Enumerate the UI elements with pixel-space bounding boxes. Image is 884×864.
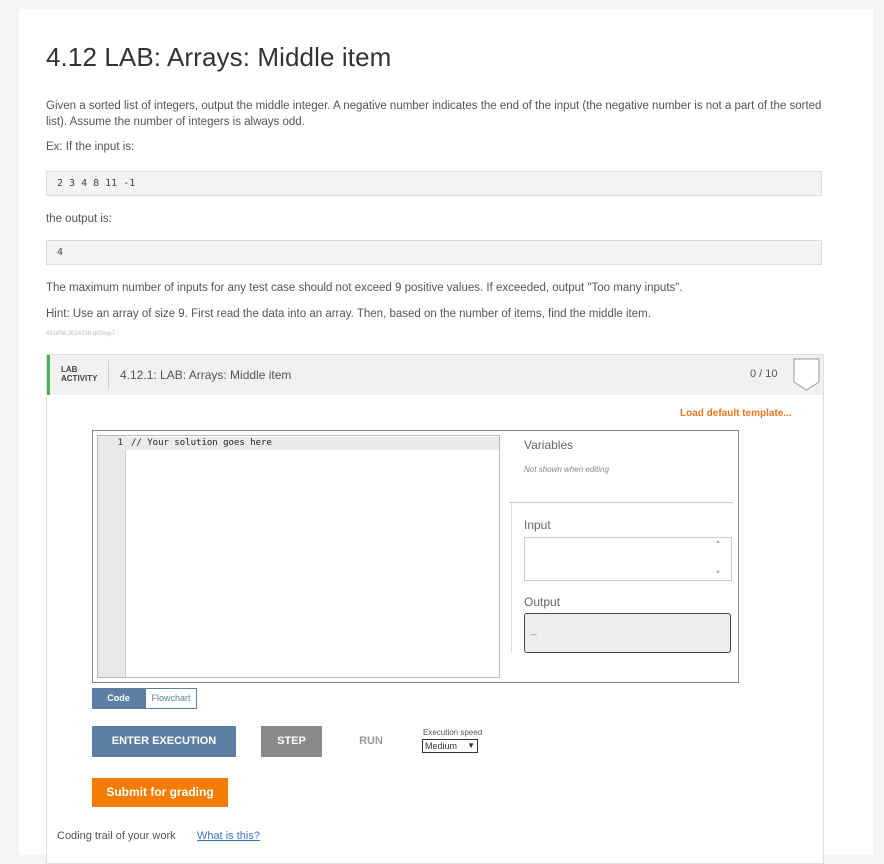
lab-activity: LAB ACTIVITY 4.12.1: LAB: Arrays: Middle…: [46, 354, 824, 864]
variables-note: Not shown when editing: [524, 465, 609, 474]
shield-icon: [793, 358, 820, 391]
problem-description: Given a sorted list of integers, output …: [46, 100, 822, 128]
page-title: 4.12 LAB: Arrays: Middle item: [46, 42, 392, 72]
lab-activity-tag: LAB ACTIVITY: [61, 365, 97, 383]
execution-speed-label: Execution speed: [423, 728, 483, 737]
lab-name: 4.12.1: LAB: Arrays: Middle item: [120, 368, 292, 382]
tab-code[interactable]: Code: [92, 688, 145, 709]
hint-text: Hint: Use an array of size 9. First read…: [46, 308, 651, 320]
output-cursor: _: [531, 625, 537, 636]
input-label: Input: [524, 518, 551, 532]
execution-speed-value: Medium: [425, 741, 458, 751]
tab-flowchart[interactable]: Flowchart: [145, 688, 197, 709]
submit-for-grading-button[interactable]: Submit for grading: [92, 778, 228, 807]
output-label: Output: [524, 595, 561, 609]
run-button[interactable]: RUN: [351, 726, 391, 757]
execution-speed-select[interactable]: Medium ▼: [422, 739, 478, 753]
pane-vertical-line: [511, 503, 512, 653]
output-intro: the output is:: [46, 213, 112, 225]
line-gutter: [98, 436, 126, 677]
score: 0 / 10: [750, 368, 778, 380]
example-output: 4: [46, 240, 822, 265]
what-is-this-link[interactable]: What is this?: [197, 830, 260, 842]
lab-tag-line1: LAB: [61, 365, 78, 374]
tracking-id: 491858.3024256.qx3zqy7: [46, 331, 116, 337]
ide-panel: 1 // Your solution goes here Variables N…: [92, 430, 739, 683]
line-number: 1: [117, 438, 123, 448]
enter-execution-button[interactable]: ENTER EXECUTION: [92, 726, 236, 757]
header-divider: [108, 361, 109, 389]
chevron-down-icon: ▼: [467, 741, 475, 750]
example-intro: Ex: If the input is:: [46, 141, 135, 153]
load-default-template-link[interactable]: Load default template...: [680, 408, 792, 419]
lab-header: LAB ACTIVITY 4.12.1: LAB: Arrays: Middle…: [47, 355, 823, 395]
pane-divider: [509, 502, 733, 503]
input-field[interactable]: [524, 537, 732, 581]
code-line[interactable]: // Your solution goes here: [131, 438, 272, 448]
coding-trail-label: Coding trail of your work: [57, 830, 176, 842]
example-input: 2 3 4 8 11 -1: [46, 171, 822, 196]
step-button[interactable]: STEP: [261, 726, 322, 757]
code-editor[interactable]: 1 // Your solution goes here: [97, 435, 500, 678]
variables-label: Variables: [524, 438, 574, 452]
main-content: 4.12 LAB: Arrays: Middle item Given a so…: [19, 9, 873, 864]
scroll-down-icon[interactable]: ▼: [715, 570, 721, 576]
max-inputs-note: The maximum number of inputs for any tes…: [46, 282, 683, 294]
scroll-up-icon[interactable]: ▲: [715, 539, 721, 545]
output-box: _: [524, 613, 731, 653]
lab-tag-line2: ACTIVITY: [61, 374, 98, 383]
io-pane: Variables Not shown when editing Input ▲…: [509, 431, 739, 682]
